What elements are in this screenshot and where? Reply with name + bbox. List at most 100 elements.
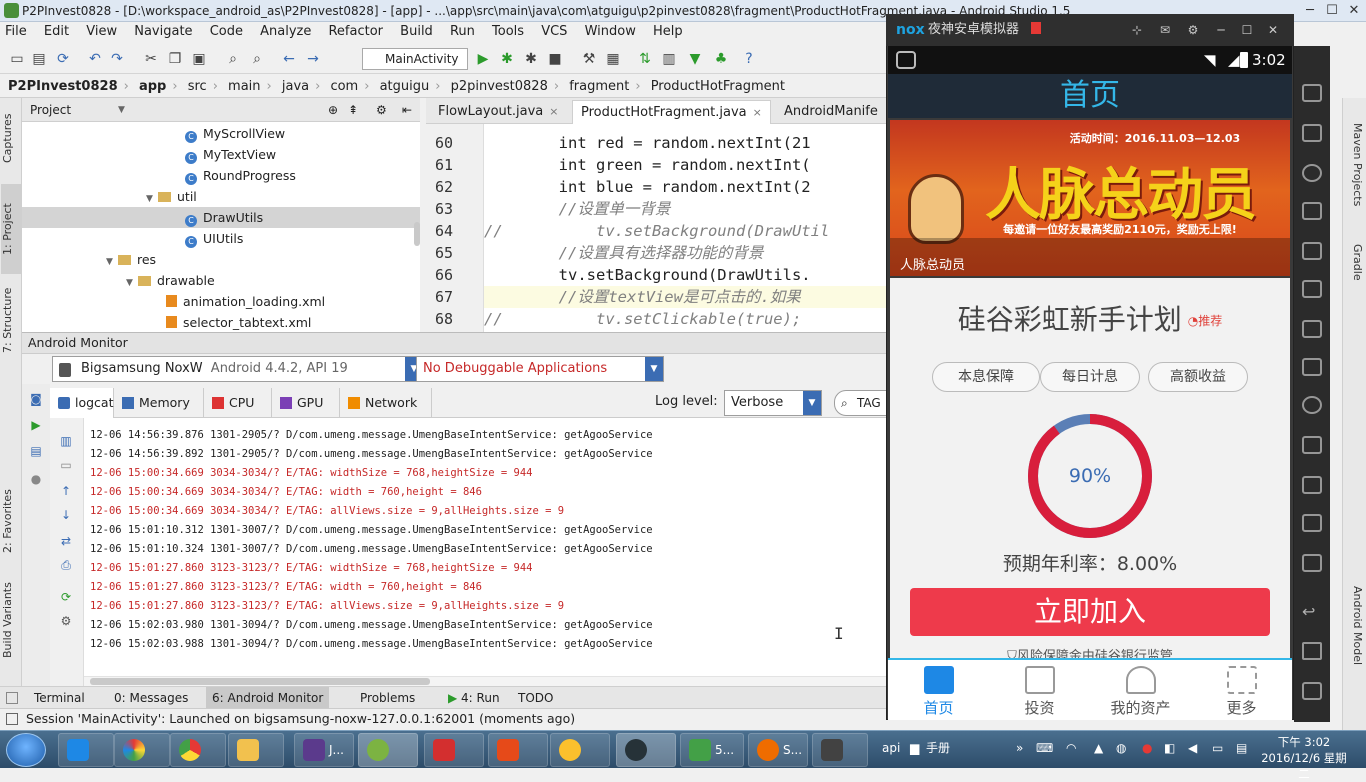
paste-icon[interactable]: ▣: [190, 50, 208, 68]
emulator-maximize-button[interactable]: ☐: [1234, 14, 1260, 46]
device-select[interactable]: Bigsamsung NoxW Android 4.4.2, API 19 ▼: [52, 356, 424, 382]
taskbar-app-notes[interactable]: [550, 733, 610, 767]
tab-producthotfragment[interactable]: ProductHotFragment.java ×: [572, 100, 771, 124]
emulator-minimize-button[interactable]: ─: [1208, 14, 1234, 46]
wifi-icon[interactable]: ◠: [1066, 733, 1076, 763]
down-arrow-icon[interactable]: ↓: [58, 508, 74, 522]
cut-icon[interactable]: ✂: [142, 50, 160, 68]
tree-item-myscrollview[interactable]: C MyScrollView: [185, 123, 285, 144]
attach-debugger-icon[interactable]: ✱: [522, 50, 540, 68]
logcat-horizontal-scrollbar[interactable]: [84, 676, 890, 686]
tool-tab-structure[interactable]: 7: Structure: [1, 280, 21, 360]
tree-item-res[interactable]: ▼ res: [106, 249, 156, 270]
tool-windows-icon[interactable]: [6, 692, 18, 704]
breadcrumb-app[interactable]: app: [139, 76, 166, 98]
open-icon[interactable]: ▭: [8, 50, 26, 68]
settings-button[interactable]: ⚙: [1180, 14, 1206, 46]
tool-tab-project[interactable]: 1: Project: [1, 184, 21, 274]
menu-build[interactable]: Build: [400, 22, 433, 42]
sdk-manager-icon[interactable]: ▦: [604, 50, 622, 68]
taskbar-app-window-5[interactable]: 5...: [680, 733, 744, 767]
back-icon[interactable]: ↩: [1302, 602, 1322, 621]
breadcrumb-package[interactable]: p2pinvest0828: [451, 76, 548, 98]
hide-panel-icon[interactable]: ⇤: [402, 98, 412, 122]
run-icon[interactable]: ▶: [474, 50, 492, 68]
redo-icon[interactable]: ↷: [108, 50, 126, 68]
taskbar-app-powerpoint[interactable]: [488, 733, 548, 767]
breadcrumb-java[interactable]: java: [282, 76, 309, 98]
volume-icon[interactable]: ◀: [1188, 733, 1197, 763]
taskbar-clock[interactable]: 下午 3:02 2016/12/6 星期二: [1260, 732, 1348, 781]
tree-scrollbar[interactable]: [414, 222, 420, 246]
tree-item-roundprogress[interactable]: C RoundProgress: [185, 165, 296, 186]
taskbar-app-chrome[interactable]: [170, 733, 226, 767]
log-level-select[interactable]: Verbose ▼: [724, 390, 822, 416]
undo-icon[interactable]: ↶: [86, 50, 104, 68]
copy-icon[interactable]: ❐: [166, 50, 184, 68]
pin-button[interactable]: ⊹: [1124, 14, 1150, 46]
taskbar-app-nox[interactable]: [616, 733, 676, 767]
wrap-icon[interactable]: ⇄: [58, 534, 74, 548]
join-now-button[interactable]: 立即加入: [910, 588, 1270, 636]
tree-item-animation-loading[interactable]: animation_loading.xml: [166, 291, 325, 312]
project-view-select[interactable]: Project: [30, 103, 71, 117]
expand-arrow-icon[interactable]: ▼: [126, 273, 138, 294]
message-button[interactable]: ✉: [1152, 14, 1178, 46]
nav-home[interactable]: 首页: [888, 660, 989, 720]
taskbar-app-photos[interactable]: [114, 733, 170, 767]
gear-icon[interactable]: ⚙: [58, 614, 74, 628]
tab-flowlayout[interactable]: FlowLayout.java ×: [430, 100, 566, 124]
keyboard-icon[interactable]: ⌨: [1036, 733, 1053, 763]
tab-memory[interactable]: Memory: [114, 388, 204, 418]
record-icon[interactable]: ●: [1142, 733, 1152, 763]
taskbar-app-recorder[interactable]: [812, 733, 868, 767]
taskbar-app-javaee[interactable]: J...: [294, 733, 354, 767]
tab-logcat[interactable]: logcat: [50, 388, 114, 418]
scissors-icon[interactable]: [1302, 164, 1322, 182]
tag-filter-input[interactable]: ⌕ TAG: [834, 390, 890, 416]
tool-tab-android-model[interactable]: Android Model: [1344, 576, 1364, 676]
nav-my-assets[interactable]: 我的资产: [1090, 660, 1191, 720]
tab-android-monitor[interactable]: 6: Android Monitor: [206, 687, 330, 709]
close-button[interactable]: ✕: [1340, 0, 1366, 22]
tree-item-drawutils[interactable]: C DrawUtils: [22, 207, 420, 228]
find-icon[interactable]: ⌕: [224, 50, 242, 68]
expand-arrow-icon[interactable]: ▼: [106, 252, 118, 273]
menu-help[interactable]: Help: [653, 22, 683, 42]
tray-label[interactable]: api: [882, 733, 900, 763]
keyboard-icon[interactable]: [1302, 202, 1322, 220]
multi-open-icon[interactable]: [1302, 436, 1322, 454]
tab-terminal[interactable]: Terminal: [28, 687, 91, 709]
save-all-icon[interactable]: ▤: [30, 50, 48, 68]
menu-code[interactable]: Code: [210, 22, 243, 42]
tool-tab-build-variants[interactable]: Build Variants: [1, 582, 21, 658]
status-toggle-icon[interactable]: [6, 713, 18, 725]
tool-tab-maven-projects[interactable]: Maven Projects: [1344, 110, 1364, 220]
home-icon[interactable]: [1302, 642, 1322, 660]
tab-run[interactable]: ▶ 4: Run: [442, 687, 506, 709]
close-icon[interactable]: ×: [753, 106, 762, 119]
record-icon[interactable]: ▶: [28, 418, 44, 432]
fullscreen-icon[interactable]: [1302, 242, 1322, 260]
menu-window[interactable]: Window: [585, 22, 636, 42]
recent-apps-icon[interactable]: [1302, 682, 1322, 700]
breadcrumb-class[interactable]: ProductHotFragment: [651, 76, 785, 98]
tray-folder-label[interactable]: 手册: [926, 733, 950, 763]
start-button[interactable]: [6, 733, 46, 767]
replace-icon[interactable]: ⌕: [248, 50, 266, 68]
shake-icon[interactable]: [1302, 396, 1322, 414]
add-icon[interactable]: [1302, 554, 1322, 572]
menu-navigate[interactable]: Navigate: [134, 22, 192, 42]
sync-icon[interactable]: ⟳: [54, 50, 72, 68]
project-structure-icon[interactable]: ⚒: [580, 50, 598, 68]
menu-tools[interactable]: Tools: [492, 22, 524, 42]
video-record-icon[interactable]: [1302, 476, 1322, 494]
stop-icon[interactable]: ■: [546, 50, 564, 68]
tree-item-uiutils[interactable]: C UIUtils: [185, 228, 243, 249]
android-icon[interactable]: ♣: [712, 50, 730, 68]
scroll-to-end-icon[interactable]: ▭: [58, 458, 74, 472]
nav-more[interactable]: 更多: [1191, 660, 1292, 720]
breadcrumb-main[interactable]: main: [228, 76, 260, 98]
display-icon[interactable]: ▭: [1212, 733, 1223, 763]
taskbar-app-qq[interactable]: [58, 733, 114, 767]
